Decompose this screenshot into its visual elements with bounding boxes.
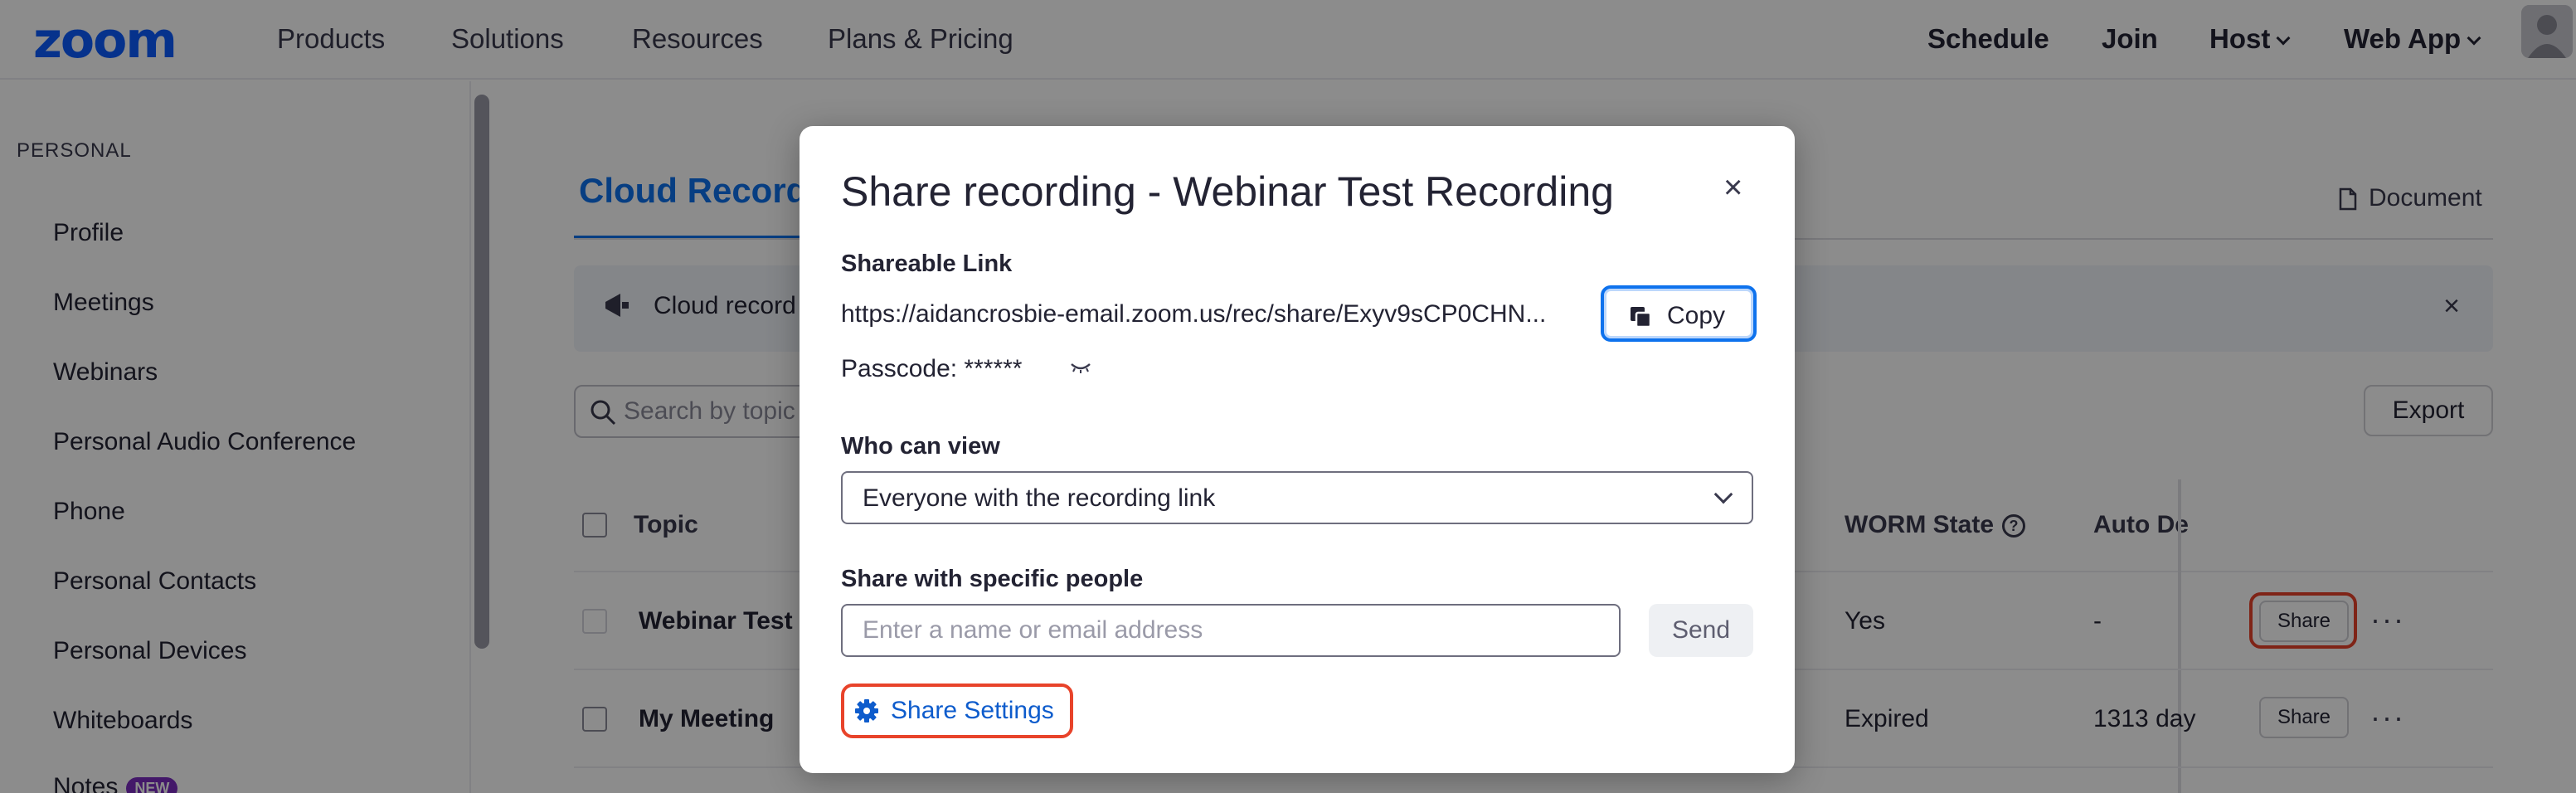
share-with-people-label: Share with specific people xyxy=(841,566,1144,592)
share-recording-dialog: Share recording - Webinar Test Recording… xyxy=(800,126,1795,773)
people-input[interactable] xyxy=(841,604,1621,657)
shareable-link-text: https://aidancrosbie-email.zoom.us/rec/s… xyxy=(841,300,1547,328)
copy-button[interactable]: Copy xyxy=(1601,285,1757,342)
chevron-down-icon xyxy=(1713,484,1733,504)
copy-label: Copy xyxy=(1667,302,1726,329)
who-can-view-value: Everyone with the recording link xyxy=(863,484,1216,512)
who-can-view-label: Who can view xyxy=(841,433,1000,460)
share-settings-label: Share Settings xyxy=(891,697,1054,724)
share-settings-link[interactable]: Share Settings xyxy=(841,684,1073,738)
send-button[interactable]: Send xyxy=(1649,604,1753,657)
copy-icon xyxy=(1631,307,1652,328)
who-can-view-select[interactable]: Everyone with the recording link xyxy=(841,471,1753,524)
gear-icon xyxy=(855,699,878,722)
close-icon[interactable]: × xyxy=(1723,171,1742,204)
passcode-text: Passcode: ****** xyxy=(841,355,1023,382)
dialog-title: Share recording - Webinar Test Recording xyxy=(841,168,1614,215)
shareable-link-label: Shareable Link xyxy=(841,251,1013,277)
eye-closed-icon xyxy=(1071,363,1091,373)
show-passcode-eye-icon[interactable] xyxy=(1070,357,1091,380)
